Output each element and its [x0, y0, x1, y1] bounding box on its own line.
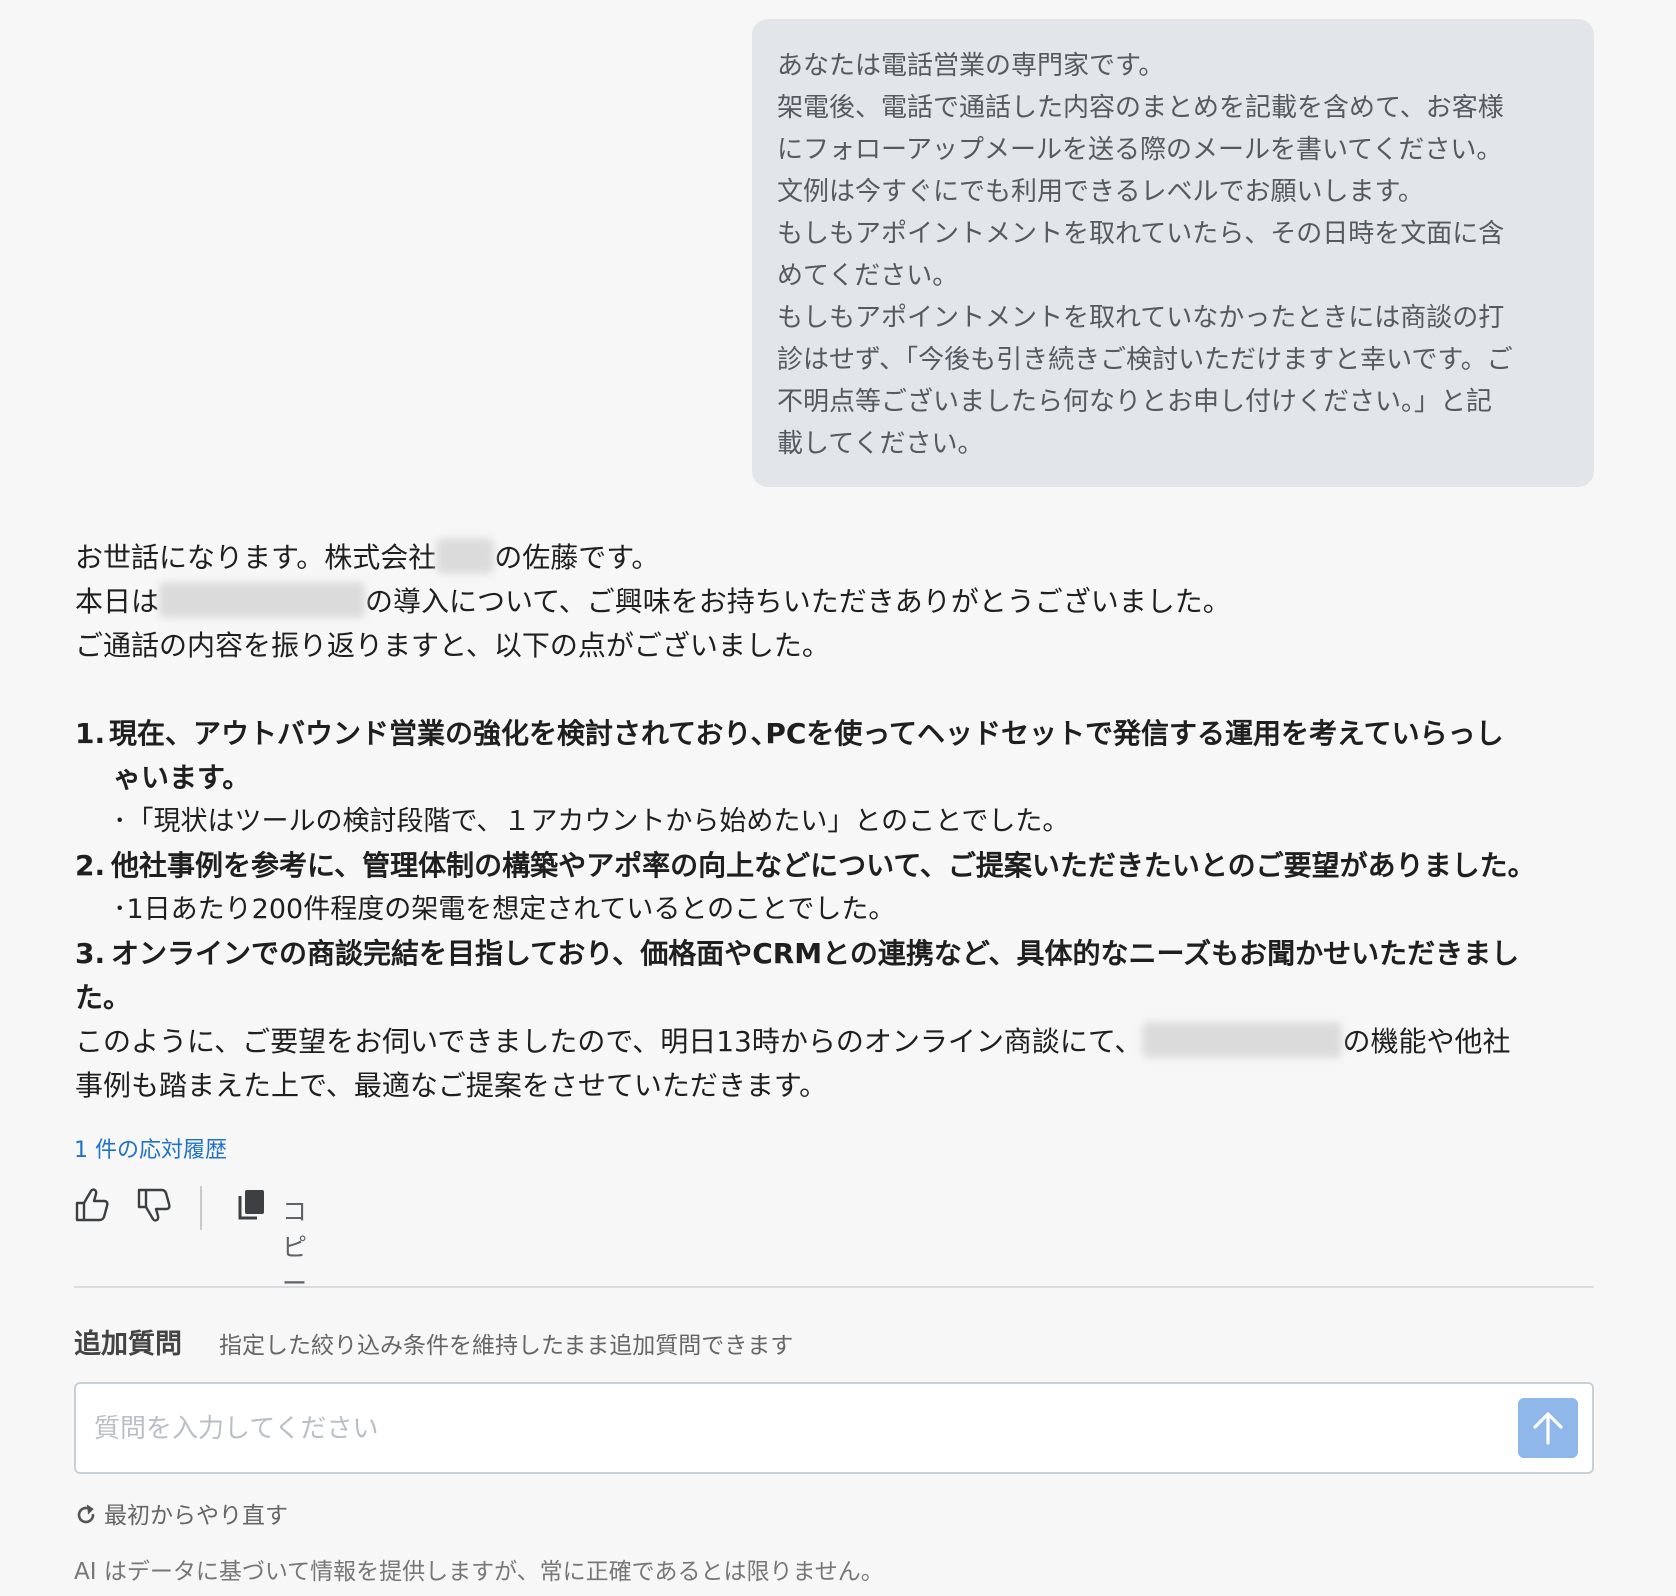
recap-item: 2. 他社事例を参考に、管理体制の構築やアポ率の向上などについて、ご提案いただきた…	[75, 844, 1595, 888]
item-note: ･1日あたり200件程度の架電を想定されているとのことでした。	[113, 894, 896, 925]
thanks-text: 本日は	[75, 585, 160, 618]
followup-title: 追加質問	[74, 1329, 182, 1360]
redacted-company-name	[436, 538, 495, 574]
question-input[interactable]	[92, 1404, 1496, 1454]
closing-text: このように、ご要望をお伺いできましたので、明日13時からのオンライン商談にて、	[75, 1025, 1143, 1058]
thumbs-down-icon	[137, 1188, 171, 1222]
item-number: 1.	[75, 717, 106, 750]
user-message-line: めてください。	[777, 261, 959, 291]
user-message-line: 不明点等ございましたら何なりとお申し付けください。」と記	[777, 387, 1493, 417]
send-button[interactable]	[1518, 1398, 1578, 1458]
thanks-line: 本日は の導入について、ご興味をお持ちいただきありがとうございました。	[75, 580, 1595, 624]
closing-text-end: の機能や他社	[1342, 1025, 1511, 1058]
thumbs-up-icon	[75, 1188, 109, 1222]
actions-divider	[200, 1186, 202, 1230]
assistant-answer: お世話になります。株式会社 の佐藤です。 本日は の導入について、ご興味をお持ちいた…	[75, 536, 1595, 1108]
user-message-bubble: あなたは電話営業の専門家です。 架電後、電話で通話した内容のまとめを記載を含めて…	[752, 19, 1594, 487]
closing-line-2: 事例も踏まえた上で、最適なご提案をさせていただきます。	[75, 1069, 828, 1102]
item-number: 3.	[75, 937, 106, 970]
item-title: 他社事例を参考に、管理体制の構築やアポ率の向上などについて、ご提案いただきたいと…	[111, 849, 1536, 882]
closing-line: このように、ご要望をお伺いできましたので、明日13時からのオンライン商談にて、 の…	[75, 1020, 1595, 1064]
redacted-product-name	[159, 582, 366, 618]
arrow-up-icon	[1533, 1412, 1563, 1445]
user-message-line: 架電後、電話で通話した内容のまとめを記載を含めて、お客様	[777, 93, 1504, 123]
item-title-continued: ゃいます。	[113, 761, 251, 794]
user-message-line: にフォローアップメールを送る際のメールを書いてください。	[777, 135, 1503, 165]
item-number: 2.	[75, 849, 106, 882]
refresh-icon	[77, 1504, 95, 1524]
section-divider	[74, 1286, 1594, 1288]
response-history-link[interactable]: 1 件の応対履歴	[74, 1132, 227, 1164]
item-title: 現在、アウトバウンド営業の強化を検討されており､PCを使ってヘッドセットで発信す…	[109, 717, 1504, 750]
user-message-line: 診はせず、「今後も引き続きご検討いただけますと幸いです。ご	[777, 345, 1513, 375]
user-message-line: もしもアポイントメントを取れていなかったときには商談の打	[777, 303, 1505, 333]
recap-intro: ご通話の内容を振り返りますと、以下の点がございました。	[75, 629, 830, 662]
greeting-text: お世話になります。株式会社	[75, 541, 437, 574]
recap-item: 1. 現在、アウトバウンド営業の強化を検討されており､PCを使ってヘッドセットで発…	[75, 712, 1595, 756]
greeting-line: お世話になります。株式会社 の佐藤です。	[75, 536, 1595, 580]
question-input-box	[74, 1382, 1594, 1474]
copy-button[interactable]	[236, 1188, 266, 1226]
greeting-text-end: の佐藤です。	[494, 541, 660, 574]
user-message-line: 文例は今すぐにでも利用できるレベルでお願いします。	[777, 177, 1424, 207]
thanks-text-end: の導入について、ご興味をお持ちいただきありがとうございました。	[365, 585, 1231, 618]
ai-disclaimer: AI はデータに基づいて情報を提供しますが、常に正確であるとは限りません。	[74, 1559, 884, 1585]
copy-label[interactable]: コピー	[282, 1192, 307, 1300]
recap-item: 3. オンラインでの商談完結を目指しており、価格面やCRMとの連携など、具体的なニ…	[75, 932, 1595, 976]
followup-description: 指定した絞り込み条件を維持したまま追加質問できます	[219, 1333, 794, 1359]
user-message-line: もしもアポイントメントを取れていたら、その日時を文面に含	[777, 219, 1505, 249]
item-title-continued: た。	[75, 981, 132, 1014]
restart-label[interactable]: 最初からやり直す	[104, 1503, 288, 1529]
thumbs-up-button[interactable]	[74, 1186, 110, 1228]
redacted-product-name	[1142, 1022, 1343, 1058]
item-title: オンラインでの商談完結を目指しており、価格面やCRMとの連携など、具体的なニーズ…	[111, 937, 1520, 970]
item-note: ･「現状はツールの検討段階で、１アカウントから始めたい」とのことでした。	[113, 806, 1070, 837]
user-message-line: 載してください。	[777, 429, 984, 459]
user-message-line: あなたは電話営業の専門家です。	[777, 51, 1165, 81]
copy-icon	[238, 1190, 264, 1220]
thumbs-down-button[interactable]	[136, 1186, 172, 1228]
restart-button[interactable]: 最初からやり直す	[74, 1496, 288, 1530]
